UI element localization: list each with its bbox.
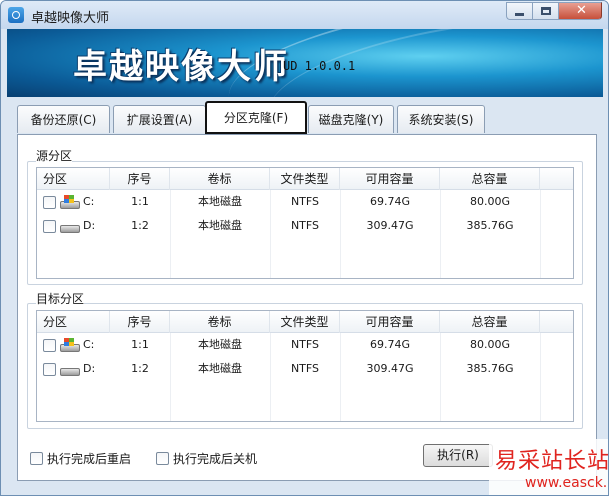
column-header-volume[interactable]: 卷标	[170, 311, 270, 333]
restart-checkbox[interactable]	[30, 452, 43, 465]
tab-backup-restore[interactable]: 备份还原(C)	[17, 105, 110, 133]
list-header: 分区 序号 卷标 文件类型 可用容量 总容量	[37, 311, 573, 333]
banner-title: 卓越映像大师	[73, 47, 289, 87]
column-header-partition[interactable]: 分区	[37, 311, 110, 333]
app-icon	[8, 7, 24, 23]
table-row[interactable]: D: 1:2 本地磁盘 NTFS 309.47G 385.76G	[37, 357, 573, 381]
source-group-label: 源分区	[36, 147, 73, 164]
hard-drive-icon	[60, 219, 80, 233]
watermark-title: 易采站长站	[495, 449, 609, 474]
maximize-button[interactable]	[532, 2, 558, 20]
partition-index: 1:2	[131, 362, 149, 375]
close-icon: ✕	[576, 3, 587, 18]
watermark-url: www.easck.com	[525, 475, 608, 491]
free-space: 69.74G	[369, 338, 410, 351]
free-space: 69.74G	[369, 195, 410, 208]
column-header-filesystem[interactable]: 文件类型	[270, 311, 340, 333]
shutdown-checkbox[interactable]	[156, 452, 169, 465]
total-space: 385.76G	[466, 362, 514, 375]
column-header-volume[interactable]: 卷标	[170, 168, 270, 190]
partition-index: 1:2	[131, 219, 149, 232]
drive-letter: D:	[83, 362, 96, 375]
table-row[interactable]: C: 1:1 本地磁盘 NTFS 69.74G 80.00G	[37, 190, 573, 214]
total-space: 80.00G	[469, 338, 510, 351]
column-header-partition[interactable]: 分区	[37, 168, 110, 190]
source-partition-list[interactable]: 分区 序号 卷标 文件类型 可用容量 总容量 C: 1:1 本地磁盘 NTFS …	[36, 167, 574, 279]
table-row[interactable]: C: 1:1 本地磁盘 NTFS 69.74G 80.00G	[37, 333, 573, 357]
drive-letter: D:	[83, 219, 96, 232]
column-header-filesystem[interactable]: 文件类型	[270, 168, 340, 190]
partition-checkbox[interactable]	[43, 339, 56, 352]
column-header-free[interactable]: 可用容量	[340, 311, 440, 333]
total-space: 385.76G	[466, 219, 514, 232]
partition-index: 1:1	[131, 338, 149, 351]
volume-label: 本地磁盘	[198, 362, 242, 375]
volume-label: 本地磁盘	[198, 338, 242, 351]
restart-label: 执行完成后重启	[47, 452, 132, 466]
tab-partition-clone[interactable]: 分区克隆(F)	[205, 101, 307, 134]
shutdown-label: 执行完成后关机	[173, 452, 258, 466]
window-title: 卓越映像大师	[31, 11, 110, 26]
table-row[interactable]: D: 1:2 本地磁盘 NTFS 309.47G 385.76G	[37, 214, 573, 238]
column-header-index[interactable]: 序号	[110, 168, 170, 190]
filesystem-type: NTFS	[290, 195, 320, 208]
drive-letter: C:	[83, 338, 95, 351]
window-controls: ✕	[506, 2, 602, 20]
volume-label: 本地磁盘	[198, 219, 242, 232]
partition-checkbox[interactable]	[43, 220, 56, 233]
execute-button[interactable]: 执行(R)	[423, 444, 493, 467]
windows-drive-icon	[60, 195, 80, 209]
tab-disk-clone[interactable]: 磁盘克隆(Y)	[308, 105, 394, 133]
partition-checkbox[interactable]	[43, 363, 56, 376]
column-header-index[interactable]: 序号	[110, 311, 170, 333]
title-bar[interactable]: 卓越映像大师 ✕	[1, 1, 608, 29]
tab-system-install[interactable]: 系统安装(S)	[397, 105, 485, 133]
total-space: 80.00G	[469, 195, 510, 208]
drive-letter: C:	[83, 195, 95, 208]
column-header-total[interactable]: 总容量	[440, 168, 540, 190]
watermark: 易采站长站 www.easck.com	[489, 439, 609, 495]
target-group-label: 目标分区	[36, 290, 85, 307]
minimize-button[interactable]	[506, 2, 532, 20]
header-banner: 卓越映像大师 UD 1.0.0.1	[7, 29, 603, 97]
close-button[interactable]: ✕	[558, 2, 602, 20]
minimize-icon	[515, 13, 524, 16]
partition-index: 1:1	[131, 195, 149, 208]
filesystem-type: NTFS	[290, 338, 320, 351]
column-header-total[interactable]: 总容量	[440, 311, 540, 333]
tab-extended-settings[interactable]: 扩展设置(A)	[113, 105, 206, 133]
free-space: 309.47G	[366, 219, 414, 232]
list-header: 分区 序号 卷标 文件类型 可用容量 总容量	[37, 168, 573, 190]
free-space: 309.47G	[366, 362, 414, 375]
maximize-icon	[541, 7, 551, 15]
column-header-free[interactable]: 可用容量	[340, 168, 440, 190]
version-label: UD 1.0.0.1	[283, 59, 356, 73]
windows-drive-icon	[60, 338, 80, 352]
partition-checkbox[interactable]	[43, 196, 56, 209]
filesystem-type: NTFS	[290, 219, 320, 232]
target-partition-list[interactable]: 分区 序号 卷标 文件类型 可用容量 总容量 C: 1:1 本地磁盘 NTFS …	[36, 310, 574, 422]
app-window: 卓越映像大师 ✕ 卓越映像大师 UD 1.0.0.1 备份还原(C) 扩展设置(…	[0, 0, 609, 496]
filesystem-type: NTFS	[290, 362, 320, 375]
volume-label: 本地磁盘	[198, 195, 242, 208]
hard-drive-icon	[60, 362, 80, 376]
